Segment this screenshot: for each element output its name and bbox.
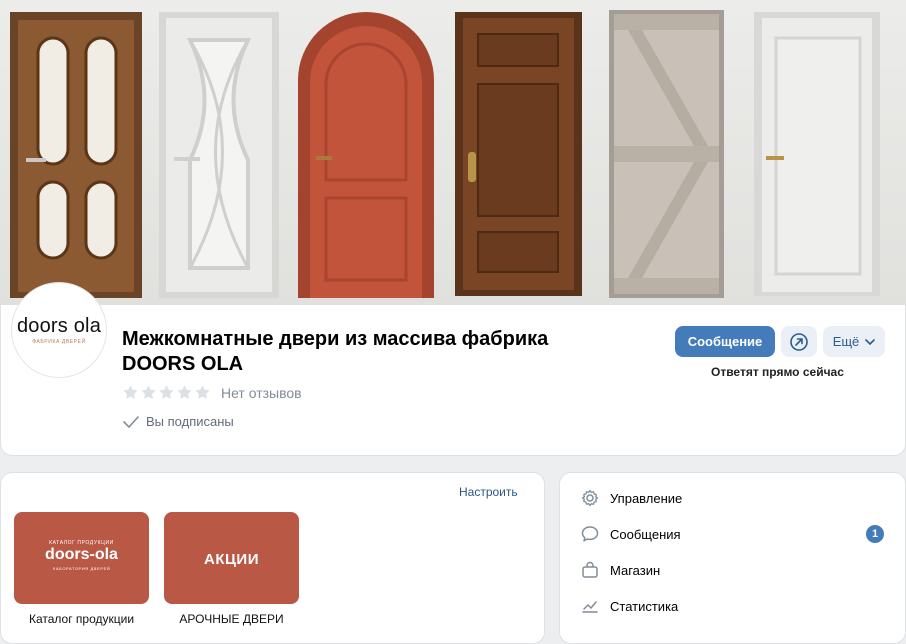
menu-item-messages-label: Сообщения	[610, 526, 681, 542]
messages-count-badge: 1	[866, 525, 884, 543]
avatar-sub: ФАБРИКА ДВЕРЕЙ	[32, 339, 86, 345]
chevron-down-icon	[865, 338, 876, 345]
door-white-arcs	[159, 12, 279, 298]
menu-item-manage-label: Управление	[610, 490, 683, 506]
menu-item-messages[interactable]: Сообщения	[580, 524, 890, 544]
tile-catalog-sub: ЛАБОРАТОРИЯ ДВЕРЕЙ	[52, 566, 111, 571]
tile-sales-label[interactable]: АРОЧНЫЕ ДВЕРИ	[164, 612, 299, 626]
star-icon	[123, 385, 138, 399]
gear-icon	[581, 489, 599, 507]
tile-sales-text: АКЦИИ	[203, 551, 259, 568]
tile-sales[interactable]: АКЦИИ	[164, 512, 299, 604]
rating[interactable]: Нет отзывов	[122, 384, 302, 401]
star-icon	[141, 385, 156, 399]
more-label: Ещё	[832, 334, 860, 349]
menu-item-manage[interactable]: Управление	[580, 488, 890, 508]
message-button[interactable]: Сообщение	[675, 326, 775, 357]
tile-catalog-logo: doors-ola	[45, 546, 118, 563]
door-dark-wood	[455, 12, 582, 296]
check-icon	[123, 415, 139, 428]
bag-icon	[582, 561, 598, 578]
avatar[interactable]: doors ola ФАБРИКА ДВЕРЕЙ	[11, 282, 107, 378]
door-walnut-glass	[10, 12, 142, 298]
menu-item-shop-label: Магазин	[610, 562, 661, 578]
door-white-panel	[754, 12, 880, 296]
menu-item-shop[interactable]: Магазин	[580, 560, 890, 580]
page-title: Межкомнатные двери из массива фабрика DO…	[122, 328, 549, 375]
more-button[interactable]: Ещё	[823, 326, 885, 357]
rating-text: Нет отзывов	[221, 384, 302, 401]
menu-item-stats[interactable]: Статистика	[580, 596, 890, 616]
door-barn	[609, 10, 724, 298]
star-icon	[195, 385, 210, 399]
chart-icon	[582, 601, 598, 613]
rating-stars	[122, 384, 211, 401]
share-arrow-icon	[790, 332, 808, 351]
subscribed-status[interactable]: Вы подписаны	[122, 414, 234, 429]
menu-item-stats-label: Статистика	[610, 598, 679, 614]
star-icon	[159, 385, 174, 399]
avatar-logo: doors ola	[16, 315, 102, 337]
tile-catalog[interactable]: КАТАЛОГ ПРОДУКЦИИ doors-ola ЛАБОРАТОРИЯ …	[14, 512, 149, 604]
chat-icon	[581, 526, 599, 542]
cover-image	[0, 0, 906, 310]
subscribed-label: Вы подписаны	[146, 414, 234, 429]
configure-link[interactable]: Настроить	[459, 485, 518, 499]
star-icon	[177, 385, 192, 399]
tile-catalog-label[interactable]: Каталог продукции	[14, 612, 149, 626]
reply-note: Ответят прямо сейчас	[711, 365, 844, 379]
door-red-arch	[298, 12, 434, 298]
share-button[interactable]	[781, 326, 817, 357]
